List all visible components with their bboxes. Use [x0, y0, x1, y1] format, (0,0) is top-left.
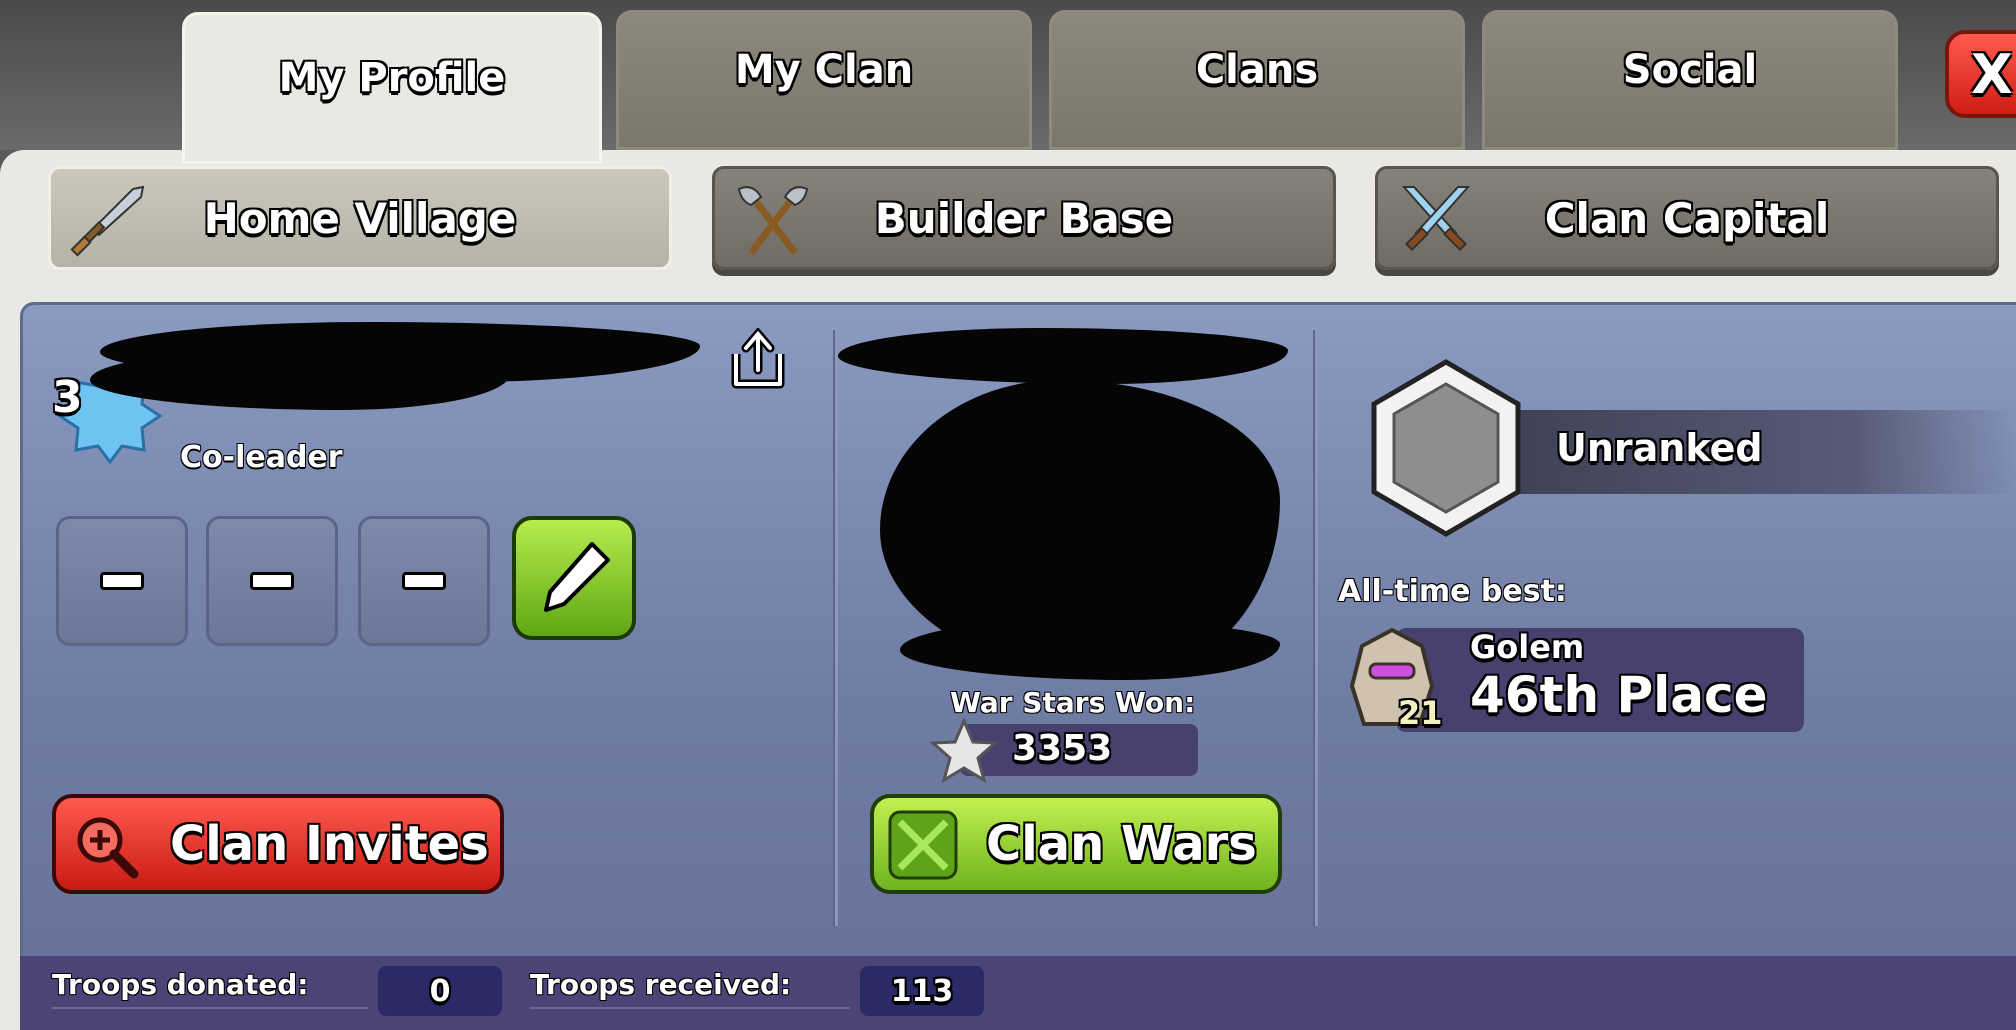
subtab-home-village[interactable]: Home Village	[48, 166, 672, 270]
clan-invites-label: Clan Invites	[170, 816, 489, 872]
all-time-best-label: All-time best:	[1338, 574, 1567, 609]
subtab-clan-capital[interactable]: Clan Capital	[1375, 166, 1999, 270]
xp-level: 3	[52, 372, 83, 423]
empty-slot-icon	[250, 572, 294, 590]
close-icon: X	[1971, 42, 2013, 106]
troops-received-value: 113	[860, 966, 984, 1016]
tab-clans[interactable]: Clans	[1049, 10, 1465, 150]
clan-wars-label: Clan Wars	[986, 816, 1257, 872]
empty-slot-icon	[402, 572, 446, 590]
tab-my-profile-label: My Profile	[278, 55, 506, 101]
edit-profile-button[interactable]	[512, 516, 636, 640]
troops-received-label: Troops received:	[530, 968, 850, 1009]
column-divider	[1313, 330, 1318, 926]
best-league-place: 46th Place	[1470, 666, 1768, 724]
unranked-league-icon	[1371, 359, 1521, 537]
star-icon	[930, 718, 998, 784]
profile-slot[interactable]	[206, 516, 338, 646]
pencil-icon	[544, 542, 610, 612]
tab-social[interactable]: Social	[1482, 10, 1898, 150]
war-stars-value: 3353	[1012, 728, 1113, 769]
share-icon[interactable]	[730, 328, 786, 390]
clan-wars-button[interactable]: Clan Wars	[870, 794, 1282, 894]
war-stars-label: War Stars Won:	[950, 686, 1196, 719]
subtab-builder-base[interactable]: Builder Base	[712, 166, 1336, 270]
current-league: Unranked	[1556, 426, 1763, 470]
column-divider	[833, 330, 838, 926]
player-role: Co-leader	[180, 440, 343, 475]
best-badge-level: 21	[1398, 694, 1443, 732]
profile-slot[interactable]	[56, 516, 188, 646]
best-league-name: Golem	[1470, 628, 1585, 666]
tab-my-clan-label: My Clan	[734, 47, 914, 93]
troops-donated-label: Troops donated:	[52, 968, 368, 1009]
subtab-builder-base-label: Builder Base	[874, 193, 1174, 243]
tab-social-label: Social	[1622, 47, 1758, 93]
tab-my-profile[interactable]: My Profile	[182, 12, 602, 164]
close-button[interactable]: X	[1945, 30, 2016, 118]
crossed-swords-icon	[888, 810, 958, 880]
clan-invites-button[interactable]: Clan Invites	[52, 794, 504, 894]
magnifier-plus-icon	[77, 817, 139, 879]
tab-my-clan[interactable]: My Clan	[616, 10, 1032, 150]
empty-slot-icon	[100, 572, 144, 590]
subtab-home-village-label: Home Village	[203, 193, 517, 243]
profile-slot[interactable]	[358, 516, 490, 646]
subtab-clan-capital-label: Clan Capital	[1544, 193, 1830, 243]
tab-clans-label: Clans	[1195, 47, 1319, 93]
troops-donated-value: 0	[378, 966, 502, 1016]
